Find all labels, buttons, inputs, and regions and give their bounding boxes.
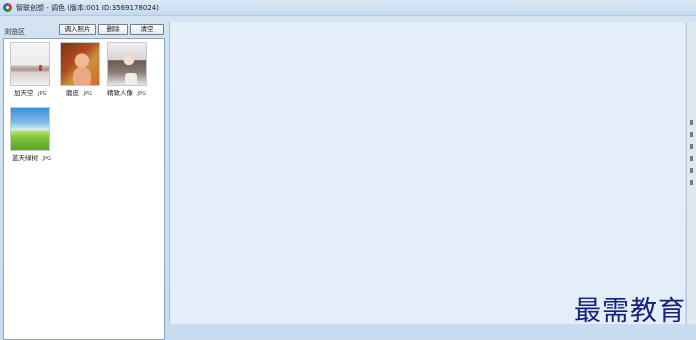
browse-area-label: 浏览区 (4, 28, 25, 36)
road-image (11, 43, 49, 85)
portrait-image (108, 43, 146, 85)
file-name: 蓝天绿树 (12, 154, 38, 162)
file-ext: .JPG (136, 91, 146, 97)
file-caption: 加天空 .JPG (14, 87, 46, 97)
toolbar: 调入照片 删除 清空 (59, 24, 164, 35)
thumbnail-panel: 加天空 .JPG 磨皮 .JPG 精致人像 .JPG 蓝天绿树 .JPG (3, 38, 165, 340)
window-title: 智联创想 - 调色 (版本:001 ID:3569178024) (16, 3, 159, 12)
file-caption: 精致人像 .JPG (107, 87, 146, 97)
landscape-image (11, 108, 49, 150)
file-caption: 磨皮 .JPG (66, 87, 92, 97)
file-ext: .JPG (36, 91, 47, 97)
file-ext: .JPG (41, 156, 51, 162)
file-name: 磨皮 (66, 89, 79, 97)
app-icon (3, 3, 12, 12)
clear-button[interactable]: 清空 (130, 24, 164, 35)
delete-button[interactable]: 删除 (98, 24, 128, 35)
thumbnail-skin-smoothing[interactable] (60, 42, 100, 86)
import-photo-button[interactable]: 调入照片 (59, 24, 96, 35)
right-edge-controls (690, 120, 694, 192)
file-name: 精致人像 (107, 89, 133, 97)
file-name: 加天空 (14, 89, 34, 97)
file-ext: .JPG (82, 91, 92, 97)
preview-canvas[interactable] (169, 22, 685, 324)
watermark-logo: 最需教育 (574, 296, 686, 327)
thumbnail-blue-sky-green-trees[interactable] (10, 107, 50, 151)
thumbnail-refined-portrait[interactable] (107, 42, 147, 86)
thumbnail-add-sky[interactable] (10, 42, 50, 86)
title-bar: 智联创想 - 调色 (版本:001 ID:3569178024) (0, 0, 696, 16)
portrait-image (61, 43, 99, 85)
file-caption: 蓝天绿树 .JPG (12, 152, 51, 162)
